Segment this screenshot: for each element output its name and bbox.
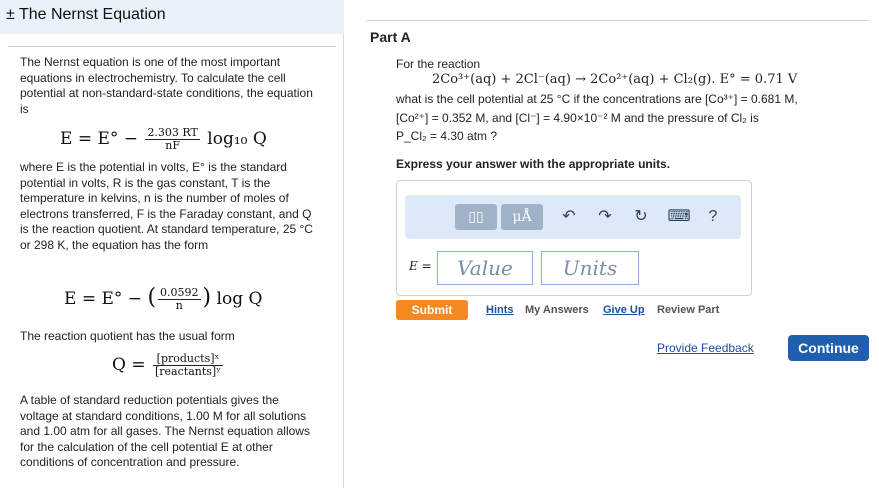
question-panel: Part A For the reaction 2Co³⁺(aq) + 2Cl⁻…: [344, 0, 879, 488]
redo-icon[interactable]: ↷: [593, 205, 617, 229]
fraction-denominator: n: [175, 299, 183, 312]
equation-lhs: E = E° −: [64, 289, 143, 309]
intro-paragraph-1: The Nernst equation is one of the most i…: [20, 55, 313, 116]
paren-right: ): [202, 285, 212, 310]
answer-box: ▯▯ μÅ ↶ ↷ ↻ ⌨ ? E = Value Units: [396, 180, 752, 296]
answer-variable-label: E =: [409, 259, 432, 273]
equation-fraction: 2.303 RT nF: [145, 127, 200, 152]
question-line-1: what is the cell potential at 25 °C if t…: [396, 92, 798, 106]
equation-fraction: 0.0592 n: [158, 287, 201, 312]
my-answers-link[interactable]: My Answers: [525, 304, 589, 316]
reset-icon[interactable]: ↻: [629, 205, 653, 229]
equation-lhs: E = E° −: [60, 129, 139, 149]
page-title: ± The Nernst Equation: [6, 6, 166, 23]
intro-paragraph-2: where E is the potential in volts, E° is…: [20, 160, 313, 252]
provide-feedback-link[interactable]: Provide Feedback: [657, 341, 754, 355]
paren-left: (: [147, 285, 157, 310]
intro-paragraph-4: A table of standard reduction potentials…: [20, 393, 310, 469]
continue-button[interactable]: Continue: [788, 335, 869, 361]
equation-lhs: Q =: [112, 355, 146, 375]
give-up-link[interactable]: Give Up: [603, 304, 645, 316]
units-button[interactable]: μÅ: [501, 204, 543, 230]
nernst-equation-standard: E = E° − ( 0.0592 n ) log Q: [64, 285, 262, 312]
reaction-quotient-equation: Q = [products]ˣ [reactants]ʸ: [112, 353, 225, 378]
question-line-3: P_Cl₂ = 4.30 atm ?: [396, 129, 498, 143]
help-icon[interactable]: ?: [701, 205, 725, 229]
undo-icon[interactable]: ↶: [557, 205, 581, 229]
answer-instruction: Express your answer with the appropriate…: [396, 157, 671, 171]
equation-rhs: log Q: [216, 289, 263, 309]
part-title: Part A: [370, 29, 411, 45]
question-intro: For the reaction: [396, 57, 481, 71]
divider: [366, 20, 869, 21]
equation-rhs: log₁₀ Q: [207, 129, 267, 149]
equation-fraction: [products]ˣ [reactants]ʸ: [153, 353, 223, 378]
intro-content: The Nernst equation is one of the most i…: [8, 46, 336, 488]
question-line-2: [Co²⁺] = 0.352 M, and [Cl⁻] = 4.90×10⁻² …: [396, 111, 759, 125]
review-part-link[interactable]: Review Part: [657, 304, 719, 316]
hints-link[interactable]: Hints: [486, 304, 514, 316]
fraction-denominator: nF: [165, 139, 180, 152]
fraction-denominator: [reactants]ʸ: [155, 365, 221, 378]
keyboard-icon[interactable]: ⌨: [667, 205, 691, 229]
reaction-equation: 2Co³⁺(aq) + 2Cl⁻(aq) → 2Co²⁺(aq) + Cl₂(g…: [432, 72, 798, 87]
intro-panel: The Nernst equation is one of the most i…: [0, 34, 344, 488]
template-button[interactable]: ▯▯: [455, 204, 497, 230]
intro-paragraph-3: The reaction quotient has the usual form: [20, 329, 235, 343]
nernst-equation: E = E° − 2.303 RT nF log₁₀ Q: [60, 127, 267, 152]
answer-toolbar: ▯▯ μÅ ↶ ↷ ↻ ⌨ ?: [405, 195, 741, 239]
submit-button[interactable]: Submit: [396, 300, 468, 320]
panel-header: ± The Nernst Equation: [0, 0, 344, 34]
units-input[interactable]: Units: [541, 251, 639, 285]
value-input[interactable]: Value: [437, 251, 533, 285]
